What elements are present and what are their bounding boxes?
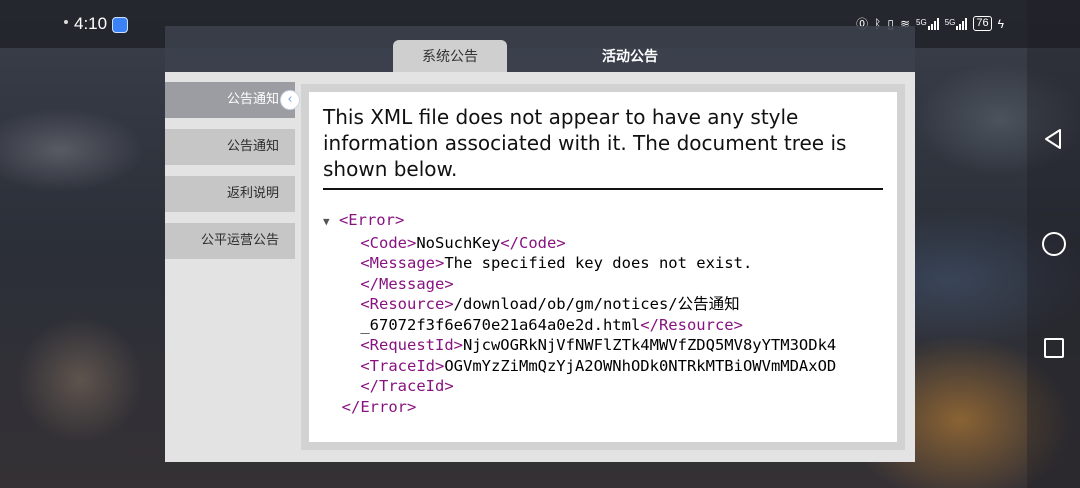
tab-system-announcement[interactable]: 系统公告: [393, 40, 507, 72]
xml-style-notice: This XML file does not appear to have an…: [323, 105, 847, 181]
xml-tag: </TraceId>: [360, 377, 454, 395]
tab-event-announcement[interactable]: 活动公告: [573, 40, 687, 72]
xml-value: OGVmYzZiMmQzYjA2OWNhODk0NTRkMTBiOWVmMDAx…: [444, 356, 837, 375]
xml-tag: <Resource>: [360, 295, 454, 313]
home-icon[interactable]: [1042, 232, 1066, 256]
signal-icon-2: 5G: [944, 17, 968, 30]
announcement-panel: 公告通知 ‹ 公告通知 返利说明 公平运营公告 This XML file do…: [165, 72, 915, 462]
sidebar-item-notice-2[interactable]: 公告通知: [165, 129, 295, 165]
clock: 4:10: [74, 14, 108, 33]
tab-bar: 系统公告 活动公告: [165, 26, 915, 72]
xml-value: NoSuchKey: [416, 233, 501, 252]
sidebar-item-label: 公平运营公告: [200, 233, 279, 248]
xml-value: NjcwOGRkNjVfNWFlZTk4MWVfZDQ5MV8yYTM3ODk4: [462, 336, 837, 354]
sidebar-item-rebate[interactable]: 返利说明: [165, 176, 295, 212]
xml-tag: <Code>: [360, 233, 417, 252]
app-notification-icon: [112, 17, 128, 33]
notification-dot: [64, 20, 68, 24]
xml-tag: <TraceId>: [360, 356, 445, 375]
xml-tree: ▼ <Error> <Code>NoSuchKey</Code> <Messag…: [323, 210, 897, 417]
collapse-toggle-icon[interactable]: ▼: [323, 215, 330, 228]
xml-tag: </Resource>: [640, 315, 743, 334]
xml-value: /download/ob/gm/notices/公告通知: [453, 295, 740, 313]
back-icon[interactable]: [1043, 128, 1063, 150]
divider: [323, 188, 883, 190]
sidebar: 公告通知 ‹ 公告通知 返利说明 公平运营公告: [165, 82, 299, 270]
sidebar-item-fair-operation[interactable]: 公平运营公告: [165, 223, 295, 259]
sidebar-item-label: 返利说明: [226, 186, 279, 201]
battery-icon: 76: [973, 16, 992, 31]
recent-apps-icon[interactable]: [1044, 338, 1064, 358]
sidebar-item-label: 公告通知: [226, 92, 279, 107]
charging-icon: ϟ: [997, 16, 1004, 31]
xml-tag: </Code>: [500, 233, 566, 252]
xml-tag: <RequestId>: [360, 336, 463, 354]
network-type-label: 5G: [916, 17, 927, 27]
chevron-left-icon: ‹: [281, 91, 299, 109]
xml-tag: </Message>: [360, 274, 454, 293]
xml-tag: <Error>: [338, 211, 405, 229]
xml-value: _67072f3f6e670e21a64a0e2d.html: [360, 315, 641, 334]
sidebar-item-notice-1[interactable]: 公告通知 ‹: [165, 82, 299, 118]
xml-tag: </Error>: [341, 397, 417, 416]
content-frame: This XML file does not appear to have an…: [301, 84, 905, 450]
signal-icon-1: 5G: [916, 17, 939, 30]
xml-tag: <Message>: [360, 254, 445, 272]
xml-viewer[interactable]: This XML file does not appear to have an…: [309, 92, 897, 442]
sidebar-item-label: 公告通知: [226, 139, 279, 154]
network-type-label: 5G: [944, 17, 956, 27]
xml-value: The specified key does not exist.: [444, 254, 753, 272]
announcement-dialog: 系统公告 活动公告 公告通知 ‹ 公告通知 返利说明 公平运营公告 This X…: [165, 26, 915, 462]
